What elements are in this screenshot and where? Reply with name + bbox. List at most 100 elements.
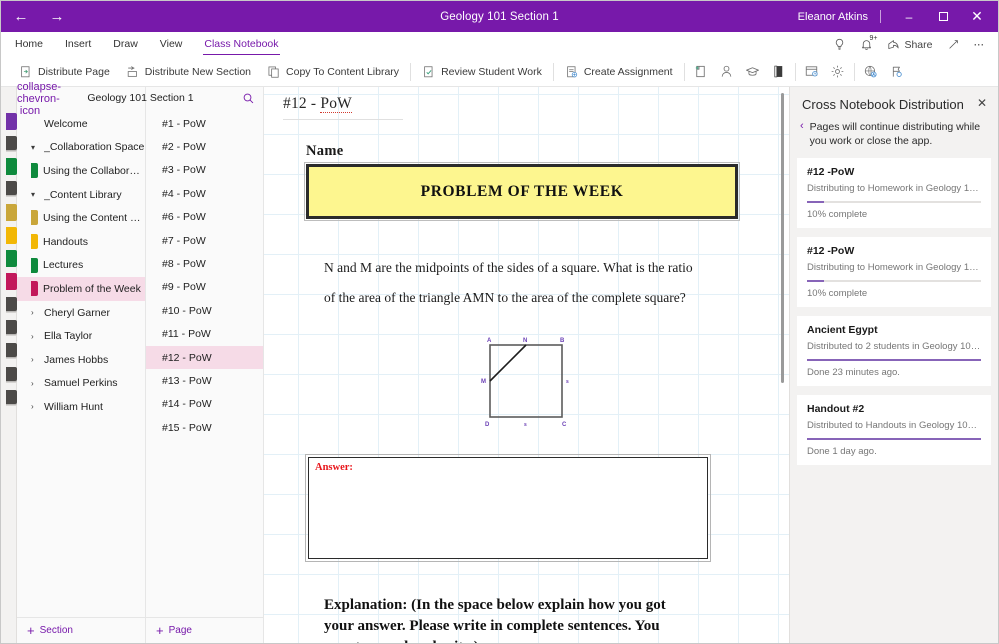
rail-chip-james-hobbs[interactable] — [6, 343, 17, 357]
rail-chip-welcome[interactable] — [6, 113, 17, 130]
chevron-down-icon[interactable]: ▾ — [31, 190, 42, 199]
tab-view[interactable]: View — [149, 32, 194, 57]
teacher-button[interactable] — [740, 59, 766, 85]
rail-chip-ella-taylor[interactable] — [6, 320, 17, 334]
distribution-card[interactable]: #12 -PoW Distributing to Homework in Geo… — [797, 237, 991, 307]
list-item[interactable]: #4 - PoW — [146, 182, 263, 205]
list-item[interactable]: #13 - PoW — [146, 369, 263, 392]
canvas-scrollbar[interactable] — [781, 93, 784, 383]
add-page-button[interactable]: + Page — [146, 617, 263, 643]
rail-chip-handouts[interactable] — [6, 227, 17, 244]
tab-home[interactable]: Home — [15, 32, 54, 57]
tab-draw[interactable]: Draw — [102, 32, 149, 57]
list-item[interactable]: #7 - PoW — [146, 229, 263, 252]
close-icon[interactable]: ✕ — [974, 97, 990, 109]
search-icon[interactable] — [242, 92, 255, 105]
tab-insert[interactable]: Insert — [54, 32, 102, 57]
cross-notebook-distribution-button[interactable] — [799, 59, 825, 85]
list-item[interactable]: #9 - PoW — [146, 276, 263, 299]
notifications-button[interactable]: 9+ — [854, 34, 879, 56]
tab-class-notebook[interactable]: Class Notebook — [193, 32, 289, 57]
chevron-right-icon[interactable]: › — [31, 379, 42, 388]
add-section-button[interactable]: + Section — [17, 617, 145, 643]
rail-chip-content-library[interactable] — [6, 181, 17, 195]
list-item[interactable]: #2 - PoW — [146, 135, 263, 158]
create-assignment-button[interactable]: Create Assignment — [557, 59, 681, 85]
close-button[interactable]: ✕ — [960, 1, 994, 32]
list-item[interactable]: #14 - PoW — [146, 393, 263, 416]
distribution-card[interactable]: Ancient Egypt Distributed to 2 students … — [797, 316, 991, 386]
forward-arrow-icon[interactable]: → — [47, 9, 67, 24]
list-item[interactable]: #15 - PoW — [146, 416, 263, 439]
page-title[interactable]: #12 - PoW — [283, 95, 613, 113]
sidebar-group-ella-taylor[interactable]: › Ella Taylor — [17, 324, 145, 348]
full-screen-button[interactable] — [941, 34, 966, 56]
svg-text:A: A — [487, 338, 492, 344]
sidebar-item-welcome[interactable]: Welcome — [17, 112, 145, 136]
list-item[interactable]: #1 - PoW — [146, 112, 263, 135]
share-button[interactable]: Share — [881, 34, 938, 56]
sidebar-item-handouts[interactable]: Handouts — [17, 230, 145, 254]
chevron-down-icon[interactable]: ▾ — [31, 143, 42, 152]
progress-bar — [807, 201, 981, 203]
more-options-button[interactable]: ⋯ — [968, 34, 991, 56]
svg-text:M: M — [481, 379, 486, 385]
list-item[interactable]: #8 - PoW — [146, 252, 263, 275]
rail-chip-collaboration-space[interactable] — [6, 136, 17, 150]
copy-to-content-library-button[interactable]: Copy To Content Library — [259, 59, 407, 85]
class-notebook-settings-button[interactable] — [825, 59, 851, 85]
rail-chip-using-collaboration[interactable] — [6, 158, 17, 175]
share-label: Share — [904, 38, 933, 51]
distribution-card[interactable]: Handout #2 Distributed to Handouts in Ge… — [797, 395, 991, 465]
review-student-work-button[interactable]: Review Student Work — [414, 59, 550, 85]
account-name[interactable]: Eleanor Atkins — [798, 11, 880, 23]
page-title-area[interactable]: #12 - PoW — [283, 95, 613, 120]
tell-me-button[interactable] — [827, 34, 852, 56]
notebook-button[interactable] — [766, 59, 792, 85]
rail-chip-lectures[interactable] — [6, 250, 17, 267]
page-canvas[interactable]: #12 - PoW Name PROBLEM OF THE WEEK N and… — [264, 87, 789, 643]
back-arrow-icon[interactable]: ← — [11, 9, 31, 24]
restore-button[interactable] — [926, 1, 960, 32]
sidebar-group-collaboration-space[interactable]: ▾ _Collaboration Space — [17, 136, 145, 160]
sidebar-item-lectures[interactable]: Lectures — [17, 254, 145, 278]
sidebar-group-james-hobbs[interactable]: › James Hobbs — [17, 348, 145, 372]
rail-chip-using-content-library[interactable] — [6, 204, 17, 221]
list-item-selected[interactable]: #12 - PoW — [146, 345, 263, 370]
manage-students-button[interactable] — [714, 59, 740, 85]
sidebar-group-cheryl-garner[interactable]: › Cheryl Garner — [17, 301, 145, 325]
sidebar-item-using-the-content-library[interactable]: Using the Content Libr... — [17, 206, 145, 230]
back-chevron-icon[interactable]: ‹ — [800, 120, 804, 148]
rail-chip-william-hunt[interactable] — [6, 390, 17, 404]
chevron-right-icon[interactable]: › — [31, 332, 42, 341]
card-status: Done 1 day ago. — [807, 446, 877, 457]
distribution-card[interactable]: #12 -PoW Distributing to Homework in Geo… — [797, 158, 991, 228]
distribute-new-section-button[interactable]: Distribute New Section — [118, 59, 259, 85]
chevron-right-icon[interactable]: › — [31, 402, 42, 411]
sidebar-group-william-hunt[interactable]: › William Hunt — [17, 395, 145, 419]
list-item[interactable]: #10 - PoW — [146, 299, 263, 322]
sidebar-item-using-the-collaboration[interactable]: Using the Collaboratio... — [17, 159, 145, 183]
answer-box[interactable]: Answer: — [305, 454, 711, 562]
rail-chip-cheryl-garner[interactable] — [6, 297, 17, 311]
problem-of-the-week-banner: PROBLEM OF THE WEEK — [304, 162, 740, 221]
distribution-note-text: Pages will continue distributing while y… — [809, 121, 981, 147]
chevron-right-icon[interactable]: › — [31, 355, 42, 364]
web-student-view-button[interactable] — [858, 59, 884, 85]
section-label: Cheryl Garner — [44, 306, 110, 319]
page-content[interactable]: Name PROBLEM OF THE WEEK N and M are the… — [304, 143, 740, 643]
list-item[interactable]: #11 - PoW — [146, 323, 263, 346]
list-item[interactable]: #6 - PoW — [146, 206, 263, 229]
rail-chip-samuel-perkins[interactable] — [6, 367, 17, 381]
minimize-button[interactable]: – — [892, 1, 926, 32]
list-item[interactable]: #3 - PoW — [146, 159, 263, 182]
add-page-button[interactable] — [688, 59, 714, 85]
sidebar-group-samuel-perkins[interactable]: › Samuel Perkins — [17, 372, 145, 396]
rail-chip-problem-of-the-week[interactable] — [6, 273, 17, 290]
sidebar-group-content-library[interactable]: ▾ _Content Library — [17, 183, 145, 207]
flag-review-button[interactable] — [884, 59, 910, 85]
chevron-right-icon[interactable]: › — [31, 308, 42, 317]
problem-line-1: N and M are the midpoints of the sides o… — [324, 260, 693, 275]
explanation-text: Explanation: (In the space below explain… — [324, 595, 744, 643]
sidebar-item-problem-of-the-week[interactable]: Problem of the Week — [17, 277, 145, 301]
